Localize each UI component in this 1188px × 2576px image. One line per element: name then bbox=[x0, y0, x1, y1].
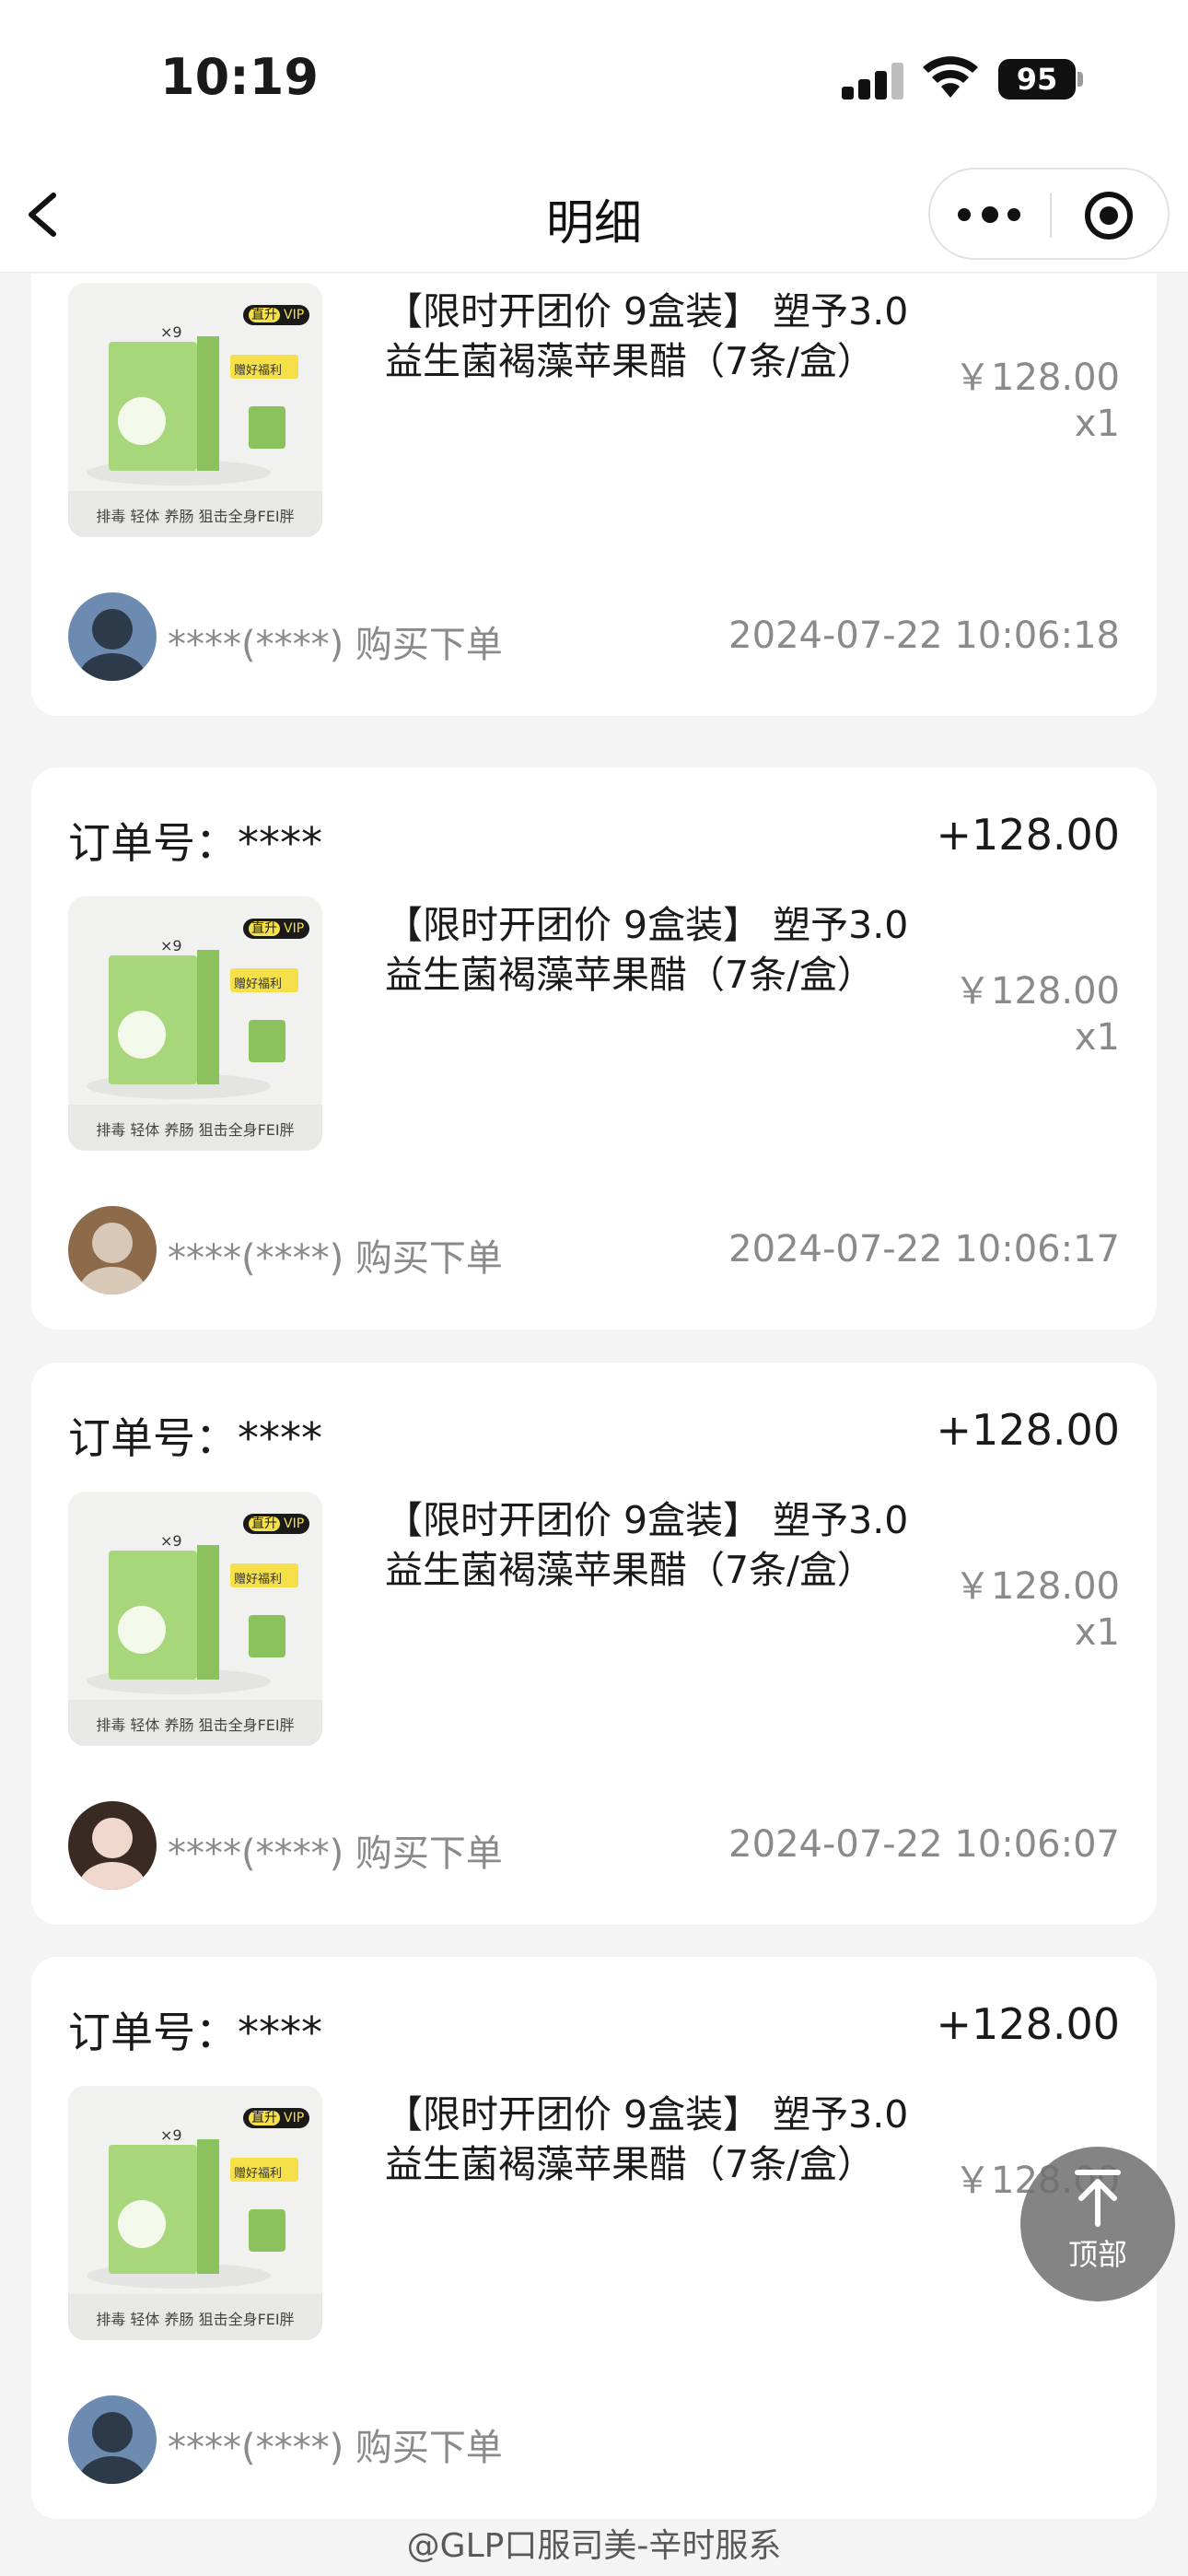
product-perk: 赠好福利 bbox=[234, 1573, 283, 1587]
vip-badge-right: VIP bbox=[284, 308, 305, 322]
order-timestamp: 2024-07-22 10:06:18 bbox=[728, 615, 1120, 657]
vip-badge: 直升 VIP bbox=[243, 1514, 310, 1534]
close-target-icon[interactable] bbox=[1085, 192, 1133, 240]
product-perk: 赠好福利 bbox=[234, 2167, 283, 2181]
avatar-image bbox=[68, 1206, 157, 1294]
product-price: ￥128.00 bbox=[954, 970, 1120, 1013]
product-price: ￥128.00 bbox=[954, 357, 1120, 399]
capsule-divider bbox=[1050, 193, 1052, 238]
vip-badge: 直升 VIP bbox=[243, 2108, 310, 2128]
more-dots-icon[interactable] bbox=[958, 197, 1022, 234]
battery-icon: 95 bbox=[998, 59, 1076, 100]
miniprogram-capsule bbox=[928, 168, 1170, 260]
arrow-up-icon bbox=[1075, 2170, 1121, 2227]
back-to-top-label: 顶部 bbox=[1067, 2237, 1127, 2272]
order-card[interactable]: 订单号：**** +128.00 直升 VIP ×9 赠好福利排毒 轻体 养肠 狙击全身F… bbox=[31, 1957, 1157, 2519]
product-thumbnail[interactable]: 直升 VIP ×9 赠好福利排毒 轻体 养肠 狙击全身FEI胖 bbox=[68, 896, 322, 1151]
watermark-text: @GLP口服司美-辛时服系 bbox=[406, 2527, 782, 2565]
order-number: 订单号：**** bbox=[68, 2008, 322, 2057]
order-amount: +128.00 bbox=[936, 1999, 1121, 2049]
product-thumbnail[interactable]: 直升 VIP ×9 赠好福利排毒 轻体 养肠 狙击全身FEI胖 bbox=[68, 283, 322, 537]
product-slogan: 排毒 轻体 养肠 狙击全身FEI胖 bbox=[96, 508, 295, 525]
product-quantity: x1 bbox=[1074, 1611, 1120, 1654]
order-timestamp: 2024-07-22 10:06:17 bbox=[728, 1228, 1120, 1270]
wifi-icon bbox=[923, 56, 978, 98]
avatar-image bbox=[68, 1801, 157, 1890]
product-name[interactable]: 【限时开团价 9盒装】 塑予3.0益生菌褐藻苹果醋（7条/盒） bbox=[385, 287, 910, 386]
buyer-avatar[interactable] bbox=[68, 1801, 157, 1890]
order-number: 订单号：**** bbox=[68, 1413, 322, 1463]
order-amount: +128.00 bbox=[936, 810, 1121, 860]
order-list: 订单号：****+128.00直升VIP×9赠好福利排毒 轻体 养肠 狙击全身F… bbox=[0, 274, 1188, 2576]
avatar-image bbox=[68, 2395, 157, 2484]
buyer-action-text: ****(****) 购买下单 bbox=[168, 2427, 503, 2469]
vip-badge-left: 直升 bbox=[249, 308, 280, 322]
product-quantity: x1 bbox=[1074, 403, 1120, 445]
buyer-action-text: ****(****) 购买下单 bbox=[168, 1237, 503, 1280]
back-to-top-button[interactable]: 顶部 bbox=[1020, 2147, 1175, 2301]
vip-badge-right: VIP bbox=[284, 921, 305, 936]
nav-bar: 明细 bbox=[0, 157, 1188, 273]
buyer-avatar[interactable] bbox=[68, 1206, 157, 1294]
order-number: 订单号：**** bbox=[68, 818, 322, 868]
product-multiplier: ×9 bbox=[160, 2126, 182, 2144]
status-time: 10:19 bbox=[160, 48, 319, 106]
buyer-avatar[interactable] bbox=[68, 592, 157, 681]
product-name[interactable]: 【限时开团价 9盒装】 塑予3.0益生菌褐藻苹果醋（7条/盒） bbox=[385, 900, 910, 1000]
order-card[interactable]: 订单号：**** +128.00 直升 VIP ×9 赠好福利排毒 轻体 养肠 狙击全身F… bbox=[31, 767, 1157, 1329]
vip-badge-left: 直升 bbox=[249, 921, 280, 936]
vip-badge-right: VIP bbox=[284, 2111, 305, 2125]
buyer-action-text: ****(****) 购买下单 bbox=[168, 624, 503, 666]
vip-badge-left: 直升 bbox=[249, 2111, 280, 2125]
product-name[interactable]: 【限时开团价 9盒装】 塑予3.0益生菌褐藻苹果醋（7条/盒） bbox=[385, 1495, 910, 1595]
product-multiplier: ×9 bbox=[160, 323, 182, 341]
product-slogan: 排毒 轻体 养肠 狙击全身FEI胖 bbox=[96, 1121, 295, 1139]
product-slogan: 排毒 轻体 养肠 狙击全身FEI胖 bbox=[96, 1716, 295, 1734]
status-bar: 10:19 95 bbox=[0, 0, 1188, 157]
product-price: ￥128.00 bbox=[954, 1565, 1120, 1608]
order-amount: +128.00 bbox=[936, 1405, 1121, 1455]
product-multiplier: ×9 bbox=[160, 1532, 182, 1550]
battery-tip bbox=[1077, 72, 1083, 87]
product-slogan: 排毒 轻体 养肠 狙击全身FEI胖 bbox=[96, 2311, 295, 2328]
vip-badge: 直升 VIP bbox=[243, 305, 310, 325]
product-thumbnail[interactable]: 直升 VIP ×9 赠好福利排毒 轻体 养肠 狙击全身FEI胖 bbox=[68, 1492, 322, 1746]
vip-badge: 直升 VIP bbox=[243, 919, 310, 939]
product-perk: 赠好福利 bbox=[234, 364, 283, 378]
order-card[interactable]: 订单号：****+128.00直升VIP×9赠好福利排毒 轻体 养肠 狙击全身F… bbox=[31, 274, 1157, 716]
order-timestamp: 2024-07-22 10:06:07 bbox=[728, 1823, 1120, 1866]
order-card[interactable]: 订单号：**** +128.00 直升 VIP ×9 赠好福利排毒 轻体 养肠 狙击全身F… bbox=[31, 1363, 1157, 1925]
cellular-signal-icon bbox=[842, 63, 903, 100]
product-perk: 赠好福利 bbox=[234, 978, 283, 991]
product-multiplier: ×9 bbox=[160, 937, 182, 954]
product-name[interactable]: 【限时开团价 9盒装】 塑予3.0益生菌褐藻苹果醋（7条/盒） bbox=[385, 2090, 910, 2189]
product-thumbnail[interactable]: 直升 VIP ×9 赠好福利排毒 轻体 养肠 狙击全身FEI胖 bbox=[68, 2086, 322, 2340]
product-quantity: x1 bbox=[1074, 1016, 1120, 1059]
vip-badge-right: VIP bbox=[284, 1516, 305, 1531]
vip-badge-left: 直升 bbox=[249, 1516, 280, 1531]
buyer-action-text: ****(****) 购买下单 bbox=[168, 1832, 503, 1875]
avatar-image bbox=[68, 592, 157, 681]
buyer-avatar[interactable] bbox=[68, 2395, 157, 2484]
